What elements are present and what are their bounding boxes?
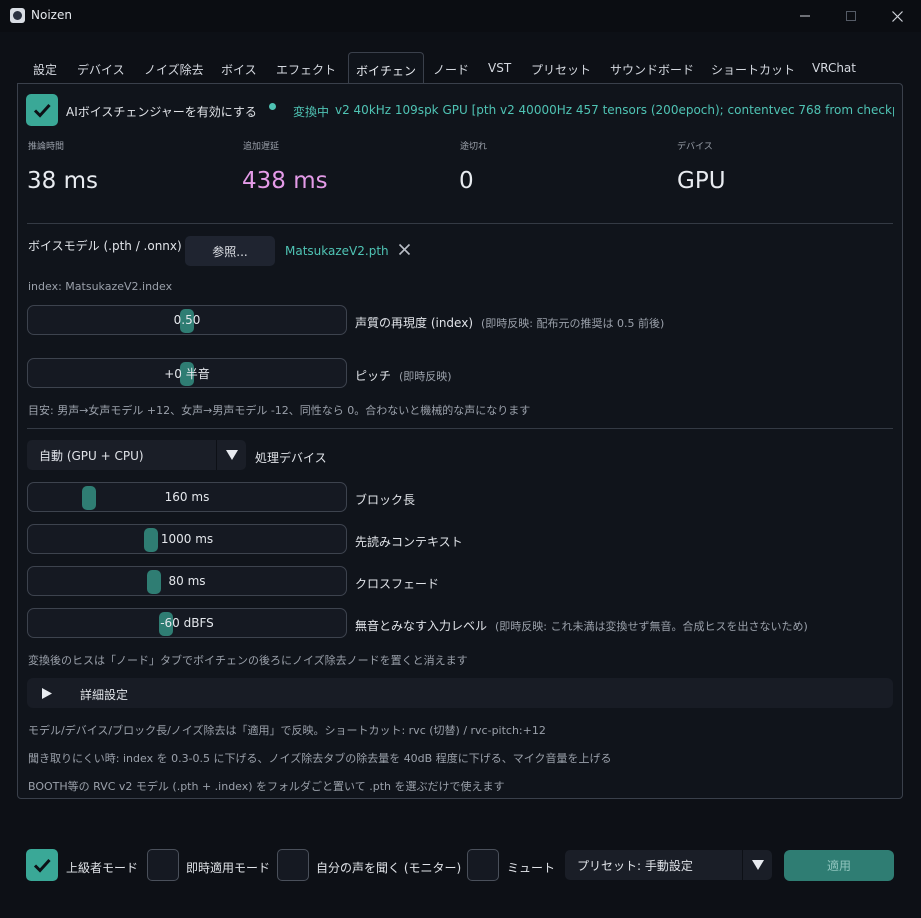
tab-effects[interactable]: エフェクト bbox=[276, 61, 336, 78]
crossfade-label: クロスフェード bbox=[355, 577, 440, 591]
pitch-label-text: ピッチ bbox=[355, 369, 392, 383]
device-value: GPU bbox=[677, 168, 726, 194]
voice-model-label: ボイスモデル (.pth / .onnx) bbox=[28, 239, 182, 253]
block-length-slider[interactable]: 160 ms bbox=[27, 482, 347, 512]
tab-settings[interactable]: 設定 bbox=[33, 61, 57, 78]
close-icon[interactable] bbox=[874, 0, 920, 32]
status-text: 変換中 bbox=[293, 105, 330, 119]
minimize-icon[interactable] bbox=[782, 0, 828, 32]
checkmark-icon bbox=[33, 858, 51, 873]
crossfade-slider[interactable]: 80 ms bbox=[27, 566, 347, 596]
tab-nodes[interactable]: ノード bbox=[433, 61, 469, 78]
tab-bar: 設定 デバイス ノイズ除去 ボイス エフェクト ボイチェン ノード VST プリ… bbox=[0, 52, 921, 85]
preset-value: プリセット: 手動設定 bbox=[577, 858, 693, 873]
silence-threshold-slider[interactable]: -60 dBFS bbox=[27, 608, 347, 638]
tab-presets[interactable]: プリセット bbox=[531, 61, 591, 78]
tab-voice-changer[interactable]: ボイチェン bbox=[348, 52, 425, 85]
silence-threshold-label-text: 無音とみなす入力レベル bbox=[355, 619, 488, 633]
tab-devices[interactable]: デバイス bbox=[77, 61, 125, 78]
apply-note: モデル/デバイス/ブロック長/ノイズ除去は「適用」で反映。ショートカット: rv… bbox=[28, 724, 546, 737]
window-title: Noizen bbox=[31, 8, 72, 22]
apply-button[interactable]: 適用 bbox=[784, 850, 894, 881]
processing-device-label: 処理デバイス bbox=[255, 451, 327, 465]
mute-label: ミュート bbox=[507, 861, 556, 875]
processing-device-select[interactable]: 自動 (GPU + CPU) bbox=[27, 440, 246, 470]
tab-vst[interactable]: VST bbox=[488, 61, 511, 75]
chevron-down-icon bbox=[216, 440, 246, 470]
lookahead-context-slider[interactable]: 1000 ms bbox=[27, 524, 347, 554]
index-file-name: index: MatsukazeV2.index bbox=[28, 280, 173, 293]
index-ratio-slider[interactable]: 0.50 bbox=[27, 305, 347, 335]
device-label: デバイス bbox=[677, 142, 713, 152]
model-file-name: MatsukazeV2.pth bbox=[285, 244, 389, 258]
clear-model-icon[interactable] bbox=[398, 243, 411, 256]
mute-checkbox[interactable] bbox=[467, 849, 499, 881]
dropouts-value: 0 bbox=[459, 168, 474, 194]
tab-noise-removal[interactable]: ノイズ除去 bbox=[144, 61, 204, 78]
advanced-mode-label: 上級者モード bbox=[66, 861, 139, 875]
index-ratio-label-text: 声質の再現度 (index) bbox=[355, 316, 474, 330]
processing-device-value: 自動 (GPU + CPU) bbox=[39, 448, 144, 463]
maximize-icon[interactable] bbox=[828, 0, 874, 32]
monitor-label: 自分の声を聞く (モニター) bbox=[316, 861, 462, 875]
tab-shortcuts[interactable]: ショートカット bbox=[711, 61, 795, 78]
status-dot-icon bbox=[269, 103, 276, 110]
slider-value: 80 ms bbox=[168, 574, 206, 588]
pitch-guide-note: 目安: 男声→女声モデル +12、女声→男声モデル -12、同性なら 0。合わな… bbox=[28, 404, 531, 417]
instant-apply-checkbox[interactable] bbox=[147, 849, 179, 881]
slider-value: 160 ms bbox=[164, 490, 210, 504]
monitor-checkbox[interactable] bbox=[277, 849, 309, 881]
pitch-slider[interactable]: +0 半音 bbox=[27, 358, 347, 388]
dropouts-label: 途切れ bbox=[460, 142, 488, 152]
slider-value: +0 半音 bbox=[164, 366, 210, 381]
slider-value: 0.50 bbox=[173, 313, 201, 327]
index-ratio-label: 声質の再現度 (index) (即時反映: 配布元の推奨は 0.5 前後) bbox=[355, 314, 664, 331]
booth-note: BOOTH等の RVC v2 モデル (.pth + .index) をフォルダ… bbox=[28, 780, 505, 793]
silence-threshold-label: 無音とみなす入力レベル (即時反映: これ未満は変換せず無音。合成ヒスを出さないた… bbox=[355, 617, 808, 634]
tab-soundboard[interactable]: サウンドボード bbox=[610, 61, 694, 78]
model-info: v2 40kHz 109spk GPU [pth v2 40000Hz 457 … bbox=[335, 103, 894, 117]
expand-arrow-icon bbox=[42, 688, 52, 699]
instant-apply-label: 即時適用モード bbox=[186, 861, 271, 875]
slider-value: 1000 ms bbox=[160, 532, 214, 546]
hiss-note: 変換後のヒスは「ノード」タブでボイチェンの後ろにノイズ除去ノードを置くと消えます bbox=[28, 654, 468, 667]
added-latency-label: 追加遅延 bbox=[243, 142, 280, 152]
silence-threshold-hint: (即時反映: これ未満は変換せず無音。合成ヒスを出さないため) bbox=[495, 620, 808, 633]
lookahead-context-label: 先読みコンテキスト bbox=[355, 535, 463, 549]
pitch-label: ピッチ (即時反映) bbox=[355, 367, 452, 384]
app-logo-icon bbox=[10, 8, 25, 23]
slider-value: -60 dBFS bbox=[160, 616, 214, 630]
tab-vrchat[interactable]: VRChat bbox=[812, 61, 856, 75]
added-latency-value: 438 ms bbox=[242, 168, 328, 194]
enable-ai-label: AIボイスチェンジャーを有効にする bbox=[66, 105, 257, 119]
chevron-down-icon bbox=[742, 850, 772, 880]
checkmark-icon bbox=[33, 103, 51, 118]
pitch-hint: (即時反映) bbox=[399, 370, 452, 383]
inference-time-value: 38 ms bbox=[27, 168, 98, 194]
clarity-note: 聞き取りにくい時: index を 0.3-0.5 に下げる、ノイズ除去タブの除… bbox=[28, 752, 612, 765]
inference-time-label: 推論時間 bbox=[28, 142, 65, 152]
details-label: 詳細設定 bbox=[80, 688, 129, 702]
browse-button[interactable]: 参照... bbox=[185, 236, 275, 266]
advanced-mode-checkbox[interactable] bbox=[26, 849, 58, 881]
divider bbox=[27, 223, 893, 224]
index-ratio-hint: (即時反映: 配布元の推奨は 0.5 前後) bbox=[481, 317, 665, 330]
block-length-label: ブロック長 bbox=[355, 493, 416, 507]
divider bbox=[27, 428, 893, 429]
preset-select[interactable]: プリセット: 手動設定 bbox=[565, 850, 772, 880]
tab-voice[interactable]: ボイス bbox=[221, 61, 257, 78]
enable-ai-checkbox[interactable] bbox=[26, 94, 58, 126]
details-expander[interactable]: 詳細設定 bbox=[27, 678, 893, 708]
